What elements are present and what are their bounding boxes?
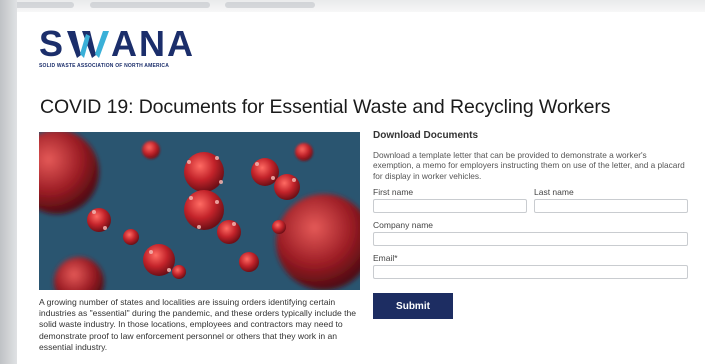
virus-illustration-icon: [39, 132, 360, 290]
form-title: Download Documents: [373, 130, 479, 141]
email-label: Email*: [373, 253, 398, 264]
logo-letter-s: S: [39, 23, 66, 64]
email-input[interactable]: [373, 265, 688, 280]
first-name-label: First name: [373, 187, 414, 198]
download-form: Download Documents Download a template l…: [373, 130, 688, 320]
logo-letters-ana: ANA: [111, 23, 196, 64]
coronavirus-hero-image: [39, 132, 360, 290]
company-name-input[interactable]: [373, 232, 688, 247]
form-description: Download a template letter that can be p…: [373, 150, 685, 181]
company-name-label: Company name: [373, 220, 434, 231]
swana-logo[interactable]: S ANA SOLID WASTE ASSOCIATION OF NORTH A…: [39, 23, 196, 70]
last-name-label: Last name: [534, 187, 574, 198]
first-name-input[interactable]: [373, 199, 527, 214]
last-name-input[interactable]: [534, 199, 688, 214]
page-content: S ANA SOLID WASTE ASSOCIATION OF NORTH A…: [17, 12, 705, 364]
logo-w-mark-icon: [67, 31, 110, 58]
submit-button[interactable]: Submit: [373, 293, 453, 320]
page-title: COVID 19: Documents for Essential Waste …: [40, 96, 611, 118]
page-left-margin: [0, 0, 17, 364]
intro-paragraph: A growing number of states and localitie…: [39, 297, 357, 352]
